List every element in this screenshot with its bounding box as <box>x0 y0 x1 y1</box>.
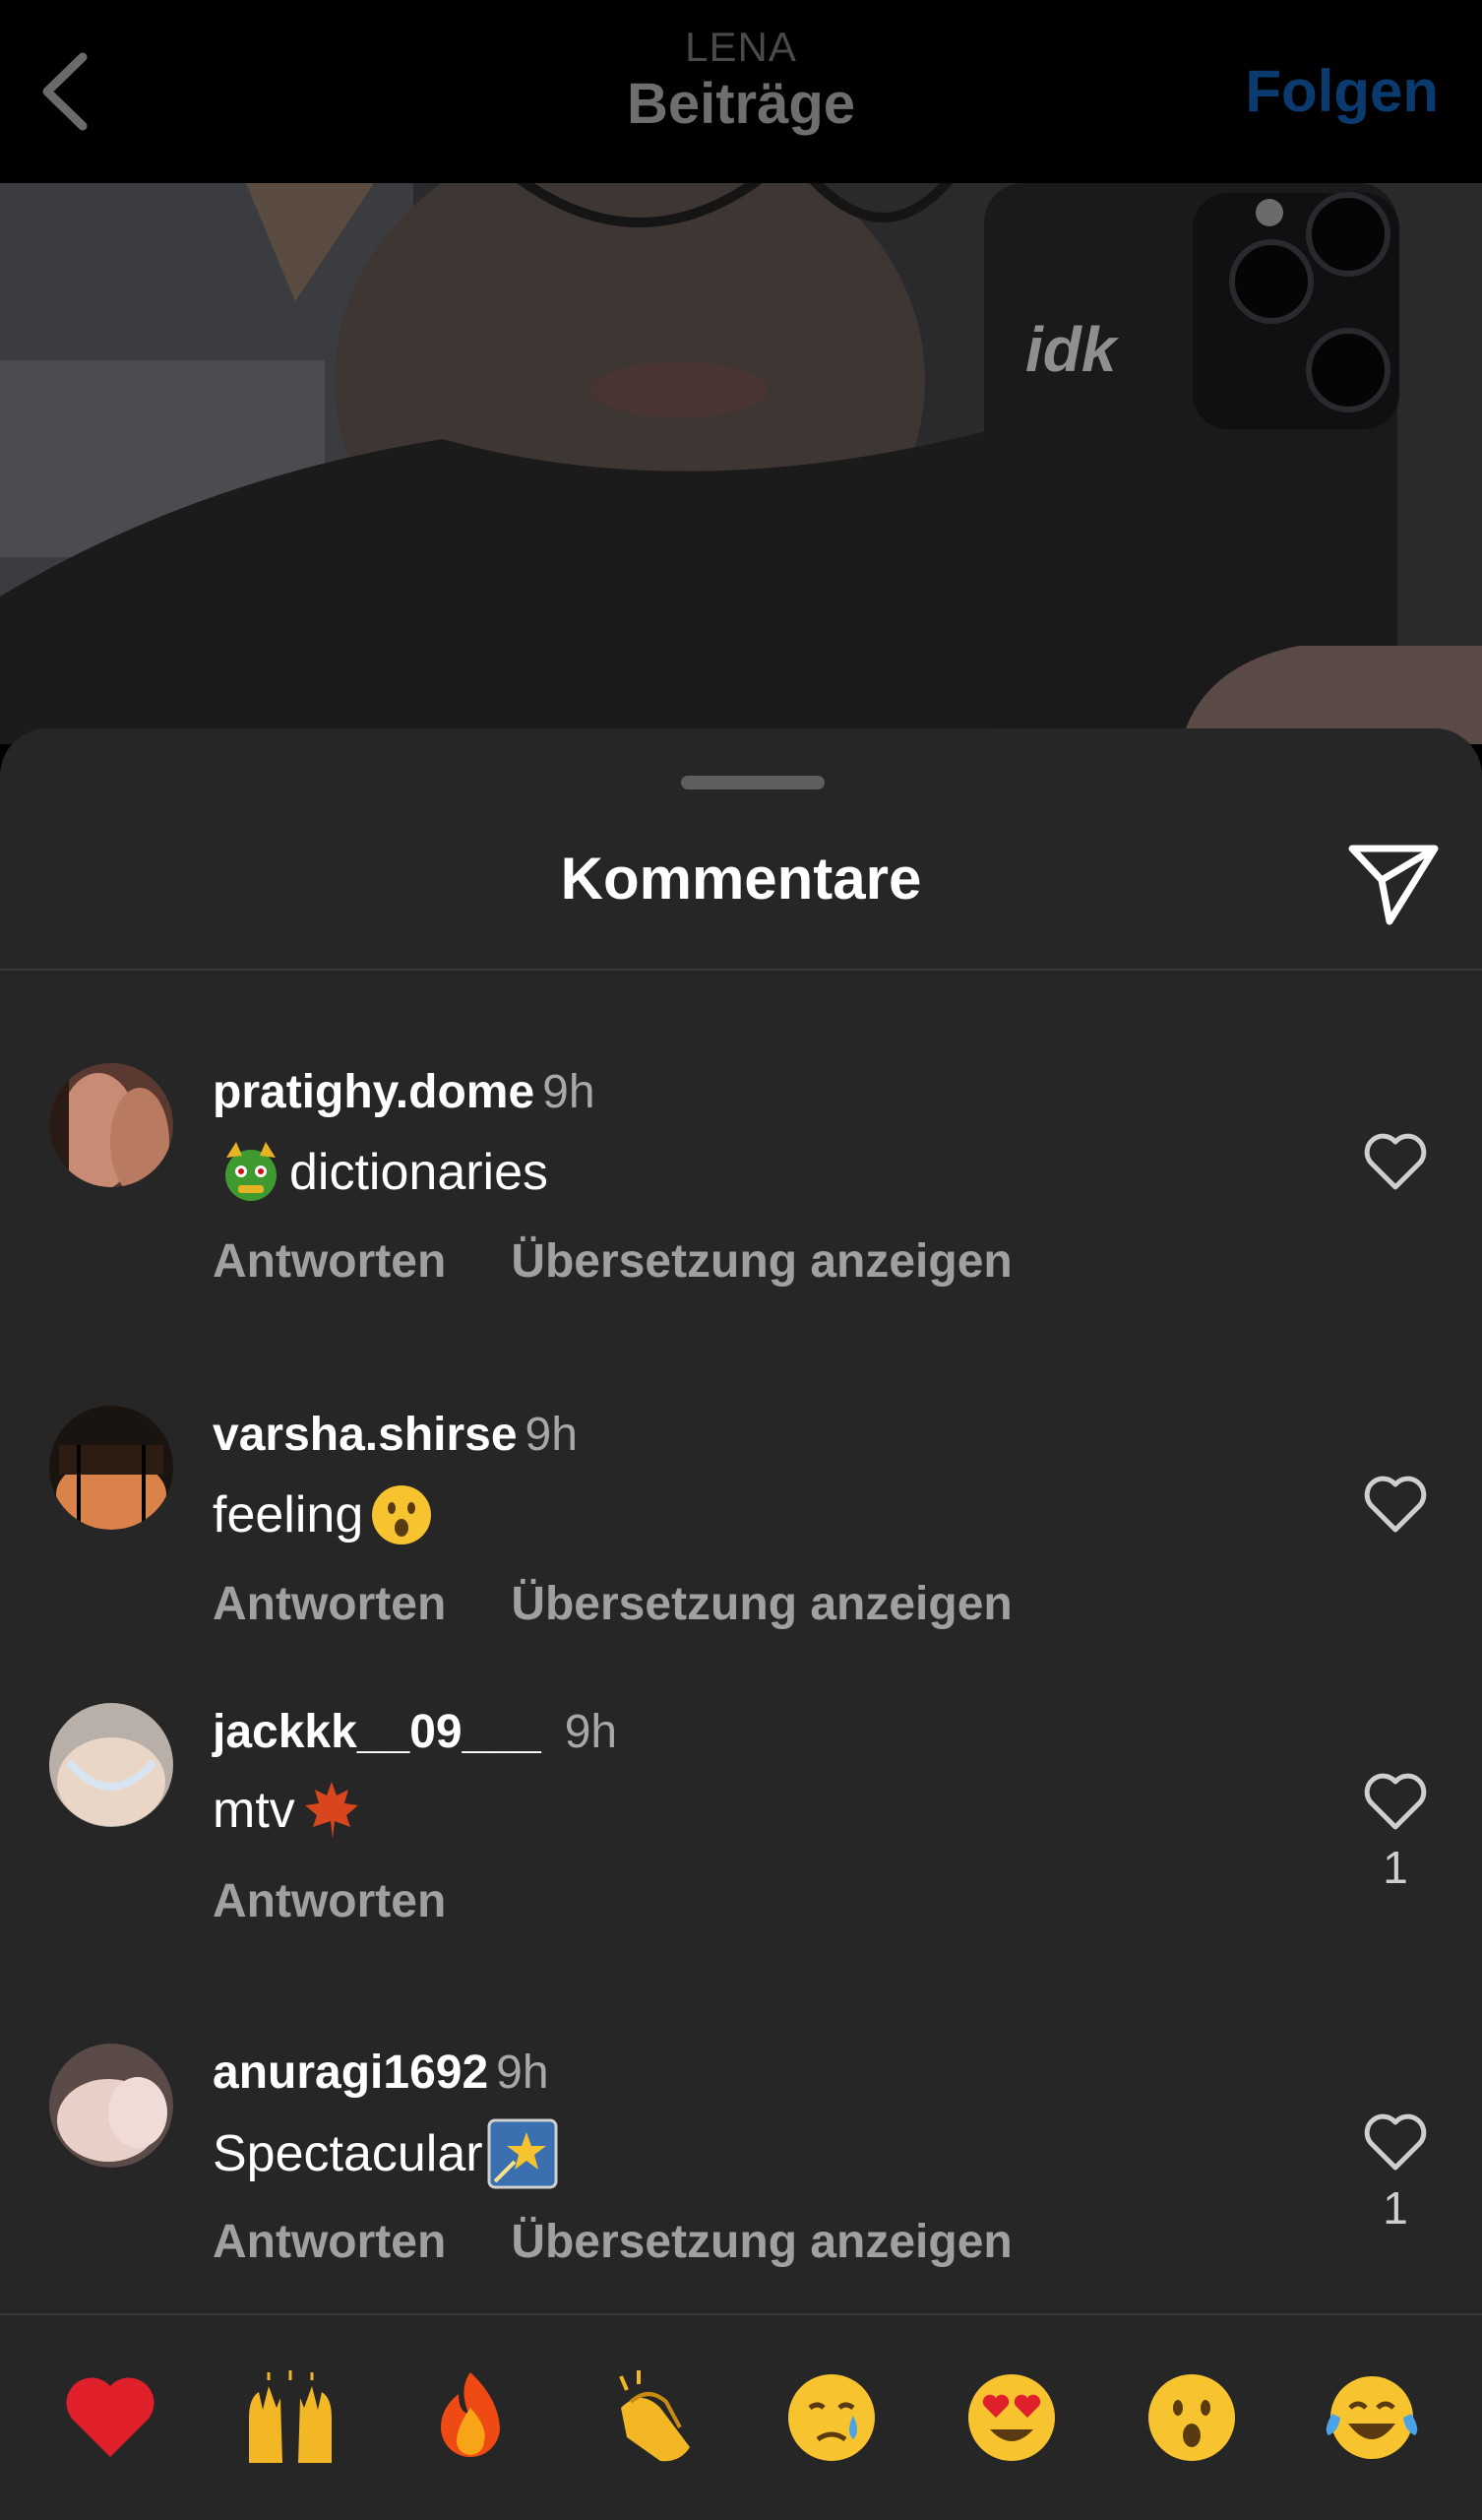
like-button[interactable] <box>1356 2103 1435 2181</box>
paper-plane-icon <box>1348 845 1439 925</box>
comment-item: anuragi1692 9h Spectacular Antworten Übers… <box>0 2044 1482 2339</box>
comment-time: 9h <box>496 2047 549 2099</box>
comment-username[interactable]: anuragi1692 <box>213 2047 488 2099</box>
clapping-hands-emoji <box>619 2370 691 2462</box>
emoji-button-crying-face[interactable] <box>776 2362 887 2473</box>
shooting-star-emoji <box>487 2118 558 2189</box>
emoji-button-raising-hands[interactable] <box>235 2362 345 2473</box>
like-button[interactable] <box>1356 1122 1435 1201</box>
emoji-button-red-heart[interactable] <box>55 2362 165 2473</box>
comment-text-value: mtv <box>213 1782 295 1839</box>
raising-hands-emoji <box>248 2370 332 2463</box>
emoji-button-tears-of-joy[interactable] <box>1317 2362 1427 2473</box>
avatar[interactable] <box>49 2044 173 2168</box>
comment-time: 9h <box>564 1706 618 1758</box>
comment-item: pratighy.dome 9h dictionaries Antworten Üb… <box>0 1063 1482 1358</box>
comment-text-value: dictionaries <box>289 1144 549 1201</box>
comment-username[interactable]: jackkk__09___ <box>213 1706 541 1758</box>
like-count: 1 <box>1383 1842 1408 1893</box>
avatar[interactable] <box>49 1703 173 1827</box>
comment-text: Spectacular <box>213 2118 562 2189</box>
hushed-face-emoji <box>372 1485 432 1544</box>
heart-eyes-emoji <box>967 2374 1055 2461</box>
comment-text-value: feeling <box>213 1486 364 1544</box>
heart-outline-icon <box>1364 1773 1427 1830</box>
reply-button[interactable]: Antworten <box>213 1875 446 1927</box>
comment-text: mtv <box>213 1778 368 1843</box>
like-button[interactable] <box>1356 1762 1435 1841</box>
reply-button[interactable]: Antworten <box>213 1235 446 1288</box>
tears-of-joy-emoji <box>1327 2376 1418 2459</box>
emoji-button-hushed-face[interactable] <box>1137 2362 1247 2473</box>
emoji-button-fire[interactable] <box>415 2362 525 2473</box>
comment-time: 9h <box>525 1409 578 1461</box>
emoji-button-clapping-hands[interactable] <box>595 2362 706 2473</box>
like-count: 1 <box>1383 2182 1408 2234</box>
comments-title: Kommentare <box>560 846 922 912</box>
share-button[interactable] <box>1346 837 1441 931</box>
comment-text: feeling <box>213 1480 440 1549</box>
comment-item: jackkk__09___ 9h mtv Antworten 1 <box>0 1703 1482 1998</box>
sheet-divider <box>0 969 1482 971</box>
screen: LENA Beiträge Folgen idk Kommentare prat… <box>0 0 1482 2520</box>
heart-outline-icon <box>1364 1476 1427 1533</box>
top-bar: LENA Beiträge Folgen <box>0 0 1482 183</box>
comment-username[interactable]: pratighy.dome <box>213 1066 534 1118</box>
crying-face-emoji <box>787 2374 875 2461</box>
heart-outline-icon <box>1364 1133 1427 1190</box>
post-image <box>0 183 1482 744</box>
fire-emoji <box>441 2372 501 2457</box>
heart-outline-icon <box>1364 2113 1427 2171</box>
red-heart-emoji <box>66 2377 154 2457</box>
comment-text: dictionaries <box>213 1138 548 1207</box>
comment-time: 9h <box>542 1066 595 1118</box>
show-translation-button[interactable]: Übersetzung anzeigen <box>511 2216 1012 2268</box>
maple-leaf-emoji <box>304 1782 358 1839</box>
avatar[interactable] <box>49 1406 173 1530</box>
hushed-face-emoji <box>1148 2374 1236 2461</box>
comment-username[interactable]: varsha.shirse <box>213 1409 518 1461</box>
reply-button[interactable]: Antworten <box>213 2216 446 2268</box>
comment-text-value: Spectacular <box>213 2125 483 2182</box>
show-translation-button[interactable]: Übersetzung anzeigen <box>511 1235 1012 1288</box>
comments-sheet: Kommentare pratighy.dome 9h dictionaries… <box>0 728 1482 2520</box>
dragon-face-emoji <box>225 1142 277 1201</box>
reply-button[interactable]: Antworten <box>213 1578 446 1630</box>
like-button[interactable] <box>1356 1465 1435 1544</box>
show-translation-button[interactable]: Übersetzung anzeigen <box>511 1578 1012 1630</box>
comment-item: varsha.shirse 9h feeling Antworten Überset… <box>0 1406 1482 1701</box>
post-overlay-text: idk <box>1025 314 1117 385</box>
sheet-drag-handle[interactable] <box>681 776 825 789</box>
follow-button[interactable]: Folgen <box>1245 57 1439 125</box>
emoji-button-heart-eyes[interactable] <box>957 2362 1067 2473</box>
quick-emoji-bar <box>0 2315 1482 2520</box>
avatar[interactable] <box>49 1063 173 1187</box>
